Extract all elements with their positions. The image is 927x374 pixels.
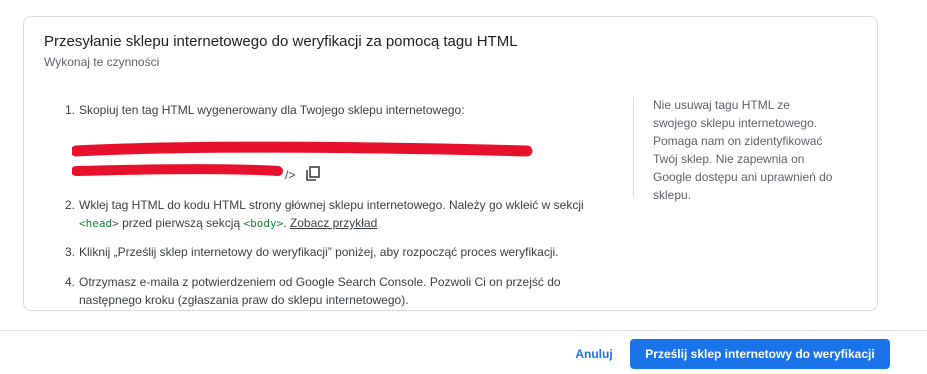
tag-close: /> [285,168,296,182]
body-tag: <body> [243,217,284,230]
card-subtitle: Wykonaj te czynności [44,55,160,69]
verification-card: Przesyłanie sklepu internetowego do wery… [23,16,878,311]
card-title: Przesyłanie sklepu internetowego do wery… [44,33,518,50]
step-number: 2. [65,198,76,212]
step-text: przed pierwszą sekcją [118,216,244,230]
step-1: 1. Skopiuj ten tag HTML wygenerowany dla… [65,101,533,182]
step-number: 1. [65,103,76,117]
side-note: Nie usuwaj tagu HTML ze swojego sklepu i… [653,98,833,202]
footer-divider [0,330,927,331]
step-text: . [283,216,290,230]
step-2: 2. Wklej tag HTML do kodu HTML strony gł… [65,196,595,233]
vertical-divider [633,97,634,197]
cancel-button[interactable]: Anuluj [568,339,620,369]
submit-button[interactable]: Prześlij sklep internetowy do weryfikacj… [630,339,890,369]
step-4: 4. Otrzymasz e-maila z potwierdzeniem od… [65,273,595,309]
step-3: 3. Kliknij „Prześlij sklep internetowy d… [65,243,595,261]
see-example-link[interactable]: Zobacz przykład [290,216,377,230]
step-text: Otrzymasz e-maila z potwierdzeniem od Go… [79,275,561,307]
step-text: Wklej tag HTML do kodu HTML strony główn… [79,198,584,212]
step-number: 3. [65,245,76,259]
step-number: 4. [65,275,76,289]
step-text: Kliknij „Prześlij sklep internetowy do w… [79,245,559,259]
head-tag: <head> [79,217,119,230]
step-text: Skopiuj ten tag HTML wygenerowany dla Tw… [79,103,465,117]
copy-icon[interactable] [306,166,320,181]
